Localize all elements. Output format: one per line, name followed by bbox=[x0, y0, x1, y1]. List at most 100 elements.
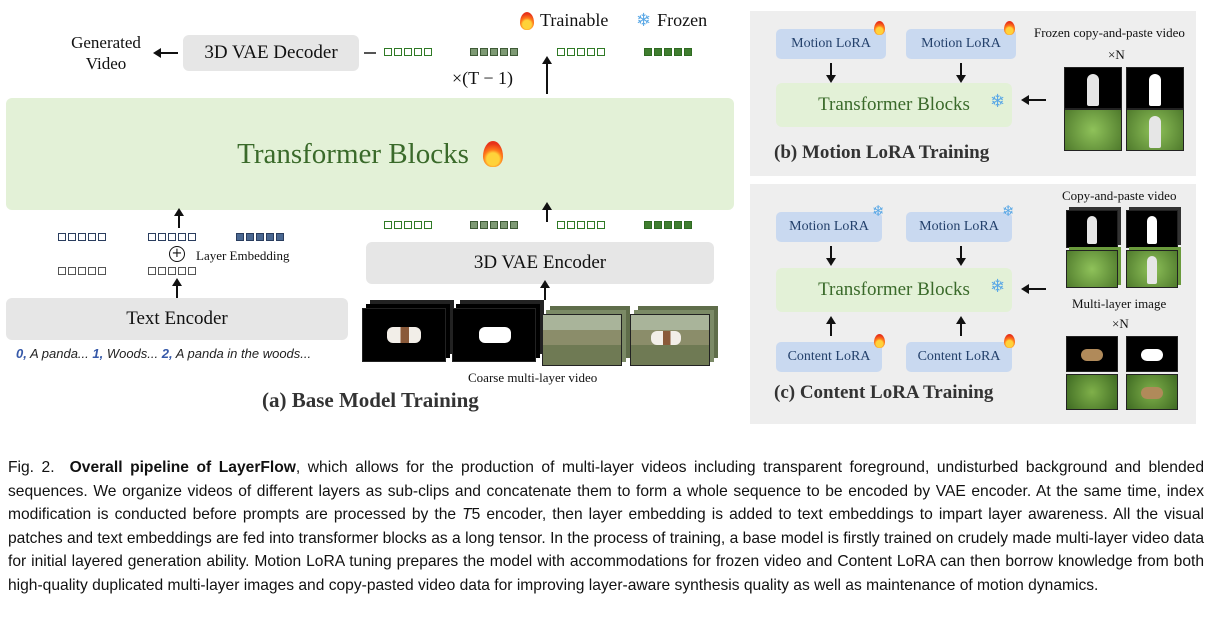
caption-fig-number: Fig. 2. bbox=[8, 459, 55, 476]
flame-icon bbox=[1004, 334, 1015, 348]
content-image-thumb-blend bbox=[1126, 374, 1178, 410]
content-motion-lora-1: Motion LoRA bbox=[776, 212, 882, 242]
copy-paste-label: Copy-and-paste video bbox=[1062, 188, 1177, 203]
flame-icon bbox=[874, 334, 885, 348]
visual-tokens-3 bbox=[557, 221, 605, 229]
motion-lora-1: Motion LoRA bbox=[776, 29, 886, 59]
person-icon bbox=[1147, 256, 1157, 284]
layer-embedding-label: Layer Embedding bbox=[196, 248, 290, 263]
generated-video-label: Generated Video bbox=[71, 33, 141, 73]
content-lora-panel: Motion LoRA ❄ Motion LoRA ❄ Transformer … bbox=[750, 184, 1196, 424]
flame-icon bbox=[1004, 21, 1015, 35]
motion-thumb-blended bbox=[1126, 109, 1184, 151]
person-silhouette-icon bbox=[1149, 74, 1161, 106]
decoder-link bbox=[364, 52, 376, 54]
visual-tokens-4 bbox=[644, 221, 692, 229]
content-lora-1: Content LoRA bbox=[776, 342, 882, 372]
content-video-thumb-fg bbox=[1066, 210, 1118, 248]
multi-layer-image-label: Multi-layer image bbox=[1072, 296, 1167, 311]
arrow-text-to-transformer bbox=[174, 208, 184, 228]
content-title: (c) Content LoRA Training bbox=[774, 382, 994, 403]
legend-trainable: Trainable bbox=[520, 10, 608, 31]
cow-icon bbox=[651, 331, 681, 345]
video-thumb-foreground bbox=[362, 308, 446, 362]
content-lora-2: Content LoRA bbox=[906, 342, 1012, 372]
output-tokens-3 bbox=[557, 48, 605, 56]
caption-bold-title: Overall pipeline of LayerFlow bbox=[69, 459, 296, 476]
transformer-blocks-main: Transformer Blocks bbox=[6, 98, 734, 210]
flame-icon bbox=[520, 11, 534, 30]
cow-icon bbox=[387, 327, 421, 343]
vae-encoder-box: 3D VAE Encoder bbox=[366, 242, 714, 284]
person-silhouette-icon bbox=[1147, 216, 1157, 244]
arrow-visual-to-transformer bbox=[542, 202, 552, 222]
video-thumb-blended bbox=[630, 314, 710, 366]
animal-icon bbox=[1081, 349, 1103, 361]
text-encoder-box: Text Encoder bbox=[6, 298, 348, 340]
arrow-motion2-down bbox=[956, 246, 966, 266]
figure-caption: Fig. 2. Overall pipeline of LayerFlow, w… bbox=[8, 456, 1204, 597]
layer-embed-tokens bbox=[236, 233, 284, 241]
output-tokens-2 bbox=[470, 48, 518, 56]
snowflake-icon: ❄ bbox=[872, 202, 885, 220]
coarse-video-label: Coarse multi-layer video bbox=[468, 370, 598, 385]
vae-decoder-box: 3D VAE Decoder bbox=[183, 35, 359, 71]
caption-t5: T bbox=[462, 506, 472, 523]
motion-times-n: ×N bbox=[1108, 47, 1125, 62]
arrow-motion1-down bbox=[826, 246, 836, 266]
arrow-lora2-down bbox=[956, 63, 966, 83]
content-image-thumb-mask bbox=[1126, 336, 1178, 372]
arrow-video-to-transformer bbox=[1021, 95, 1046, 105]
motion-transformer-box: Transformer Blocks bbox=[776, 83, 1012, 127]
visual-tokens-2 bbox=[470, 221, 518, 229]
video-thumb-mask bbox=[452, 308, 536, 362]
arrow-video-to-encoder bbox=[540, 280, 550, 300]
snowflake-icon: ❄ bbox=[990, 91, 1006, 112]
animal-silhouette-icon bbox=[1141, 349, 1163, 361]
base-model-panel: Trainable ❄ Frozen Generated Video 3D VA… bbox=[0, 0, 740, 440]
content-video-thumb-bg bbox=[1066, 250, 1118, 288]
snowflake-icon: ❄ bbox=[990, 276, 1006, 297]
legend-trainable-label: Trainable bbox=[540, 10, 609, 30]
motion-lora-panel: Motion LoRA Motion LoRA Transformer Bloc… bbox=[750, 11, 1196, 176]
content-video-thumb-blend bbox=[1126, 250, 1178, 288]
content-times-n: ×N bbox=[1112, 316, 1129, 331]
motion-thumb-person bbox=[1064, 67, 1122, 109]
content-video-thumb-mask bbox=[1126, 210, 1178, 248]
text-tokens-b1 bbox=[58, 267, 106, 275]
flame-icon bbox=[874, 21, 885, 35]
repeat-label: ×(T − 1) bbox=[452, 68, 513, 88]
prompt-text: 0, A panda... 1, Woods... 2, A panda in … bbox=[16, 346, 312, 361]
arrow-content1-up bbox=[826, 316, 836, 336]
motion-thumb-background bbox=[1064, 109, 1122, 151]
arrow-encoder-to-tokens bbox=[172, 278, 182, 298]
content-image-thumb-bg bbox=[1066, 374, 1118, 410]
output-tokens-1 bbox=[384, 48, 432, 56]
motion-lora-2: Motion LoRA bbox=[906, 29, 1016, 59]
content-transformer-box: Transformer Blocks bbox=[776, 268, 1012, 312]
person-icon bbox=[1087, 74, 1099, 106]
visual-tokens-1 bbox=[384, 221, 432, 229]
plus-icon: + bbox=[169, 246, 185, 262]
person-icon bbox=[1087, 216, 1097, 244]
arrow-to-output bbox=[153, 48, 178, 58]
video-thumb-background bbox=[542, 314, 622, 366]
motion-thumb-mask bbox=[1126, 67, 1184, 109]
legend-frozen-label: Frozen bbox=[657, 10, 708, 30]
cow-silhouette-icon bbox=[479, 327, 511, 343]
flame-icon bbox=[482, 141, 503, 167]
text-tokens-a1 bbox=[58, 233, 106, 241]
text-tokens-b2 bbox=[148, 267, 196, 275]
base-title: (a) Base Model Training bbox=[262, 388, 479, 412]
frozen-video-label: Frozen copy-and-paste video bbox=[1034, 25, 1185, 40]
snowflake-icon: ❄ bbox=[1002, 202, 1015, 220]
content-motion-lora-2: Motion LoRA bbox=[906, 212, 1012, 242]
motion-title: (b) Motion LoRA Training bbox=[774, 142, 990, 163]
arrow-data-to-transformer bbox=[1021, 284, 1046, 294]
arrow-to-output-tokens bbox=[542, 56, 552, 94]
text-tokens-a2 bbox=[148, 233, 196, 241]
person-icon bbox=[1149, 116, 1161, 148]
arrow-content2-up bbox=[956, 316, 966, 336]
legend-frozen: ❄ Frozen bbox=[636, 10, 707, 31]
output-tokens-4 bbox=[644, 48, 692, 56]
